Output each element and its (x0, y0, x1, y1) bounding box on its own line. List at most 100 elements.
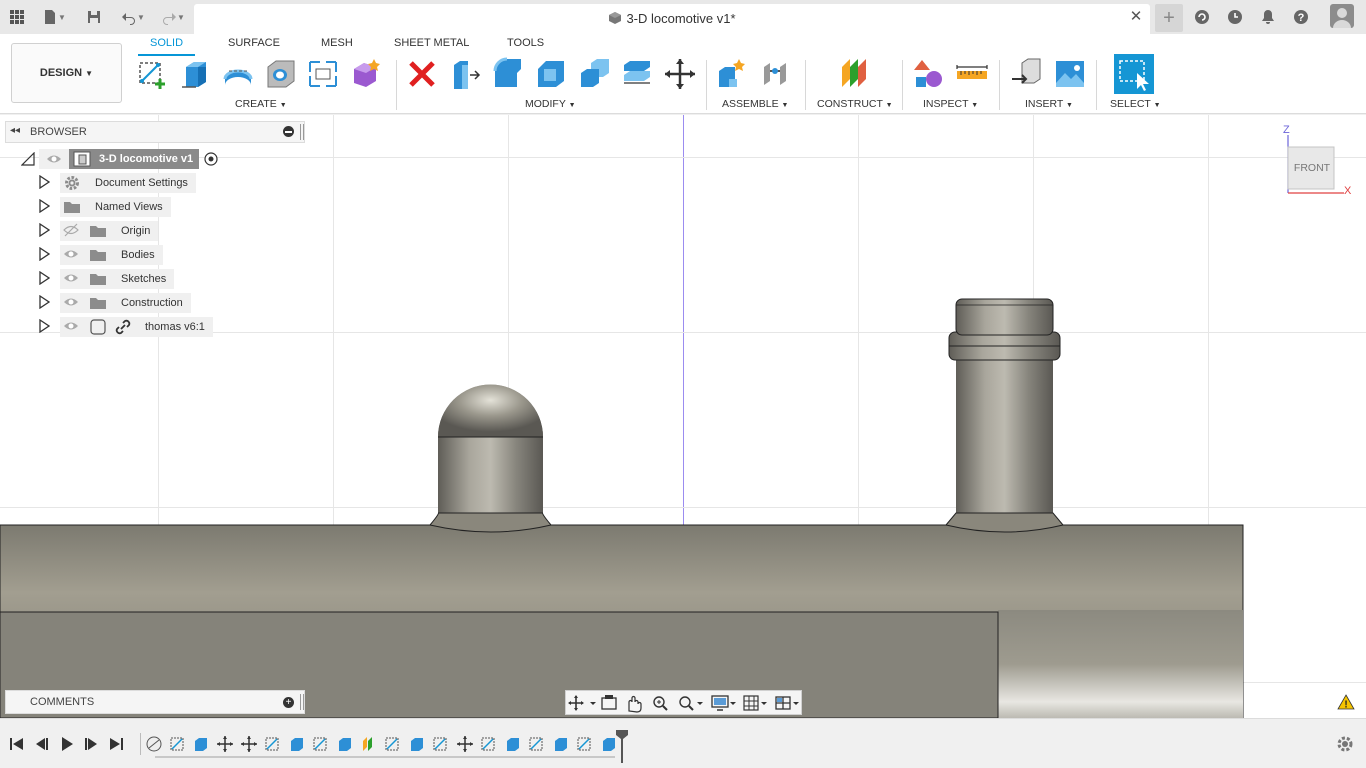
create-group-label[interactable]: CREATE ▼ (235, 98, 287, 110)
browser-item[interactable]: thomas v6:1 (38, 317, 213, 337)
tab-solid[interactable]: SOLID (138, 36, 196, 56)
inspect-group-label[interactable]: INSPECT ▼ (923, 98, 978, 110)
grid-settings-icon[interactable] (743, 695, 767, 711)
timeline-sketch-icon[interactable] (384, 735, 402, 753)
browser-item-box[interactable]: Document Settings (60, 173, 196, 193)
select-group-label[interactable]: SELECT ▼ (1110, 98, 1161, 110)
insert-derive-icon[interactable] (1009, 56, 1045, 92)
window-select-icon[interactable] (1114, 54, 1154, 94)
notifications-bell-icon[interactable] (1258, 7, 1278, 27)
timeline-sketch-icon[interactable] (432, 735, 450, 753)
browser-item-box[interactable]: Construction (60, 293, 191, 313)
redo-icon[interactable]: ▼ (157, 7, 189, 27)
hole-icon[interactable] (263, 56, 299, 92)
timeline-sketch-icon[interactable] (264, 735, 282, 753)
collapsed-triangle-icon[interactable] (38, 222, 60, 240)
warning-icon[interactable]: ! (1337, 694, 1355, 713)
visibility-eye-icon[interactable] (39, 149, 69, 169)
tab-tools[interactable]: TOOLS (495, 36, 556, 56)
insert-canvas-icon[interactable] (1052, 56, 1088, 92)
comments-panel[interactable]: COMMENTS + (5, 690, 305, 714)
collapsed-triangle-icon[interactable] (38, 318, 60, 336)
timeline-extrude-icon[interactable] (336, 735, 354, 753)
extrude-icon[interactable] (177, 56, 213, 92)
tab-sheet-metal[interactable]: SHEET METAL (382, 36, 481, 56)
visibility-eye-icon[interactable] (60, 316, 86, 339)
help-icon[interactable]: ? (1291, 7, 1311, 27)
browser-item[interactable]: Named Views (38, 197, 171, 217)
timeline-sketch-icon[interactable] (312, 735, 330, 753)
go-to-end-icon[interactable] (107, 735, 125, 753)
chamfer-icon[interactable] (533, 56, 569, 92)
construct-group-label[interactable]: CONSTRUCT ▼ (817, 98, 893, 110)
orbit-icon[interactable] (568, 695, 596, 711)
display-settings-icon[interactable] (711, 695, 736, 711)
user-avatar[interactable] (1330, 4, 1354, 28)
visibility-eye-icon[interactable] (60, 292, 86, 315)
collapsed-triangle-icon[interactable] (38, 294, 60, 312)
fit-zoom-window-icon[interactable] (679, 696, 703, 711)
timeline-extrude-icon[interactable] (504, 735, 522, 753)
timeline-move-icon[interactable] (240, 735, 258, 753)
tab-mesh[interactable]: MESH (309, 36, 365, 56)
timeline-sketch-icon[interactable] (576, 735, 594, 753)
panel-grip-icon[interactable] (300, 124, 304, 140)
timeline-sketch-icon[interactable] (480, 735, 498, 753)
pan-hand-icon[interactable] (628, 695, 642, 713)
viewcube-face-front[interactable]: FRONT (1292, 162, 1332, 174)
create-form-icon[interactable] (348, 56, 384, 92)
timeline-settings-gear-icon[interactable] (1336, 735, 1354, 753)
browser-item[interactable]: Origin (38, 221, 159, 241)
browser-item-box[interactable]: thomas v6:1 (60, 317, 213, 337)
job-status-icon[interactable] (1192, 7, 1212, 27)
rectangular-pattern-icon[interactable] (305, 56, 341, 92)
delete-icon[interactable] (404, 56, 440, 92)
browser-item-box[interactable]: Sketches (60, 269, 175, 289)
browser-item[interactable]: Sketches (38, 269, 175, 289)
undo-icon[interactable]: ▼ (117, 7, 149, 27)
collapsed-triangle-icon[interactable] (38, 198, 60, 216)
expanded-triangle-icon[interactable] (21, 152, 35, 166)
timeline-move-icon[interactable] (216, 735, 234, 753)
visibility-eye-icon[interactable] (60, 244, 86, 267)
revolve-icon[interactable] (220, 56, 256, 92)
timeline-extrude-icon[interactable] (552, 735, 570, 753)
timeline-sketch-icon[interactable] (528, 735, 546, 753)
activate-radio-icon[interactable] (201, 149, 221, 169)
timeline-component-icon[interactable] (145, 735, 163, 753)
save-icon[interactable] (84, 7, 104, 27)
collapsed-triangle-icon[interactable] (38, 246, 60, 264)
offset-plane-icon[interactable] (835, 56, 871, 92)
new-tab-icon[interactable]: + (1155, 4, 1183, 32)
assemble-group-label[interactable]: ASSEMBLE ▼ (722, 98, 788, 110)
step-back-icon[interactable] (33, 735, 51, 753)
combine-icon[interactable] (619, 56, 655, 92)
browser-item[interactable]: Construction (38, 293, 191, 313)
panel-grip-icon[interactable] (300, 694, 304, 710)
measure-icon[interactable] (954, 56, 990, 92)
joint-icon[interactable] (757, 56, 793, 92)
timeline-sketch-icon[interactable] (169, 735, 187, 753)
play-icon[interactable] (58, 735, 76, 753)
browser-item[interactable]: Document Settings (38, 173, 196, 193)
browser-item[interactable]: Bodies (38, 245, 163, 265)
move-icon[interactable] (662, 56, 698, 92)
add-comment-icon[interactable]: + (283, 697, 294, 708)
close-tab-icon[interactable]: ✕ (1128, 9, 1144, 25)
timeline-extrude-icon[interactable] (288, 735, 306, 753)
workspace-switcher-button[interactable]: DESIGN ▼ (11, 43, 122, 103)
history-clock-icon[interactable] (1225, 7, 1245, 27)
collapsed-triangle-icon[interactable] (38, 270, 60, 288)
viewports-icon[interactable] (775, 696, 799, 710)
fillet-icon[interactable] (490, 56, 526, 92)
browser-item-box[interactable]: Bodies (60, 245, 163, 265)
timeline-extrude-icon[interactable] (192, 735, 210, 753)
timeline-plane-icon[interactable] (360, 735, 378, 753)
viewcube[interactable]: Z X FRONT (1283, 124, 1354, 199)
timeline-marker-handle[interactable] (615, 729, 629, 763)
display-component-colors-icon[interactable] (911, 56, 947, 92)
insert-group-label[interactable]: INSERT ▼ (1025, 98, 1073, 110)
create-sketch-icon[interactable] (135, 56, 171, 92)
modify-group-label[interactable]: MODIFY ▼ (525, 98, 576, 110)
collapsed-triangle-icon[interactable] (38, 174, 60, 192)
